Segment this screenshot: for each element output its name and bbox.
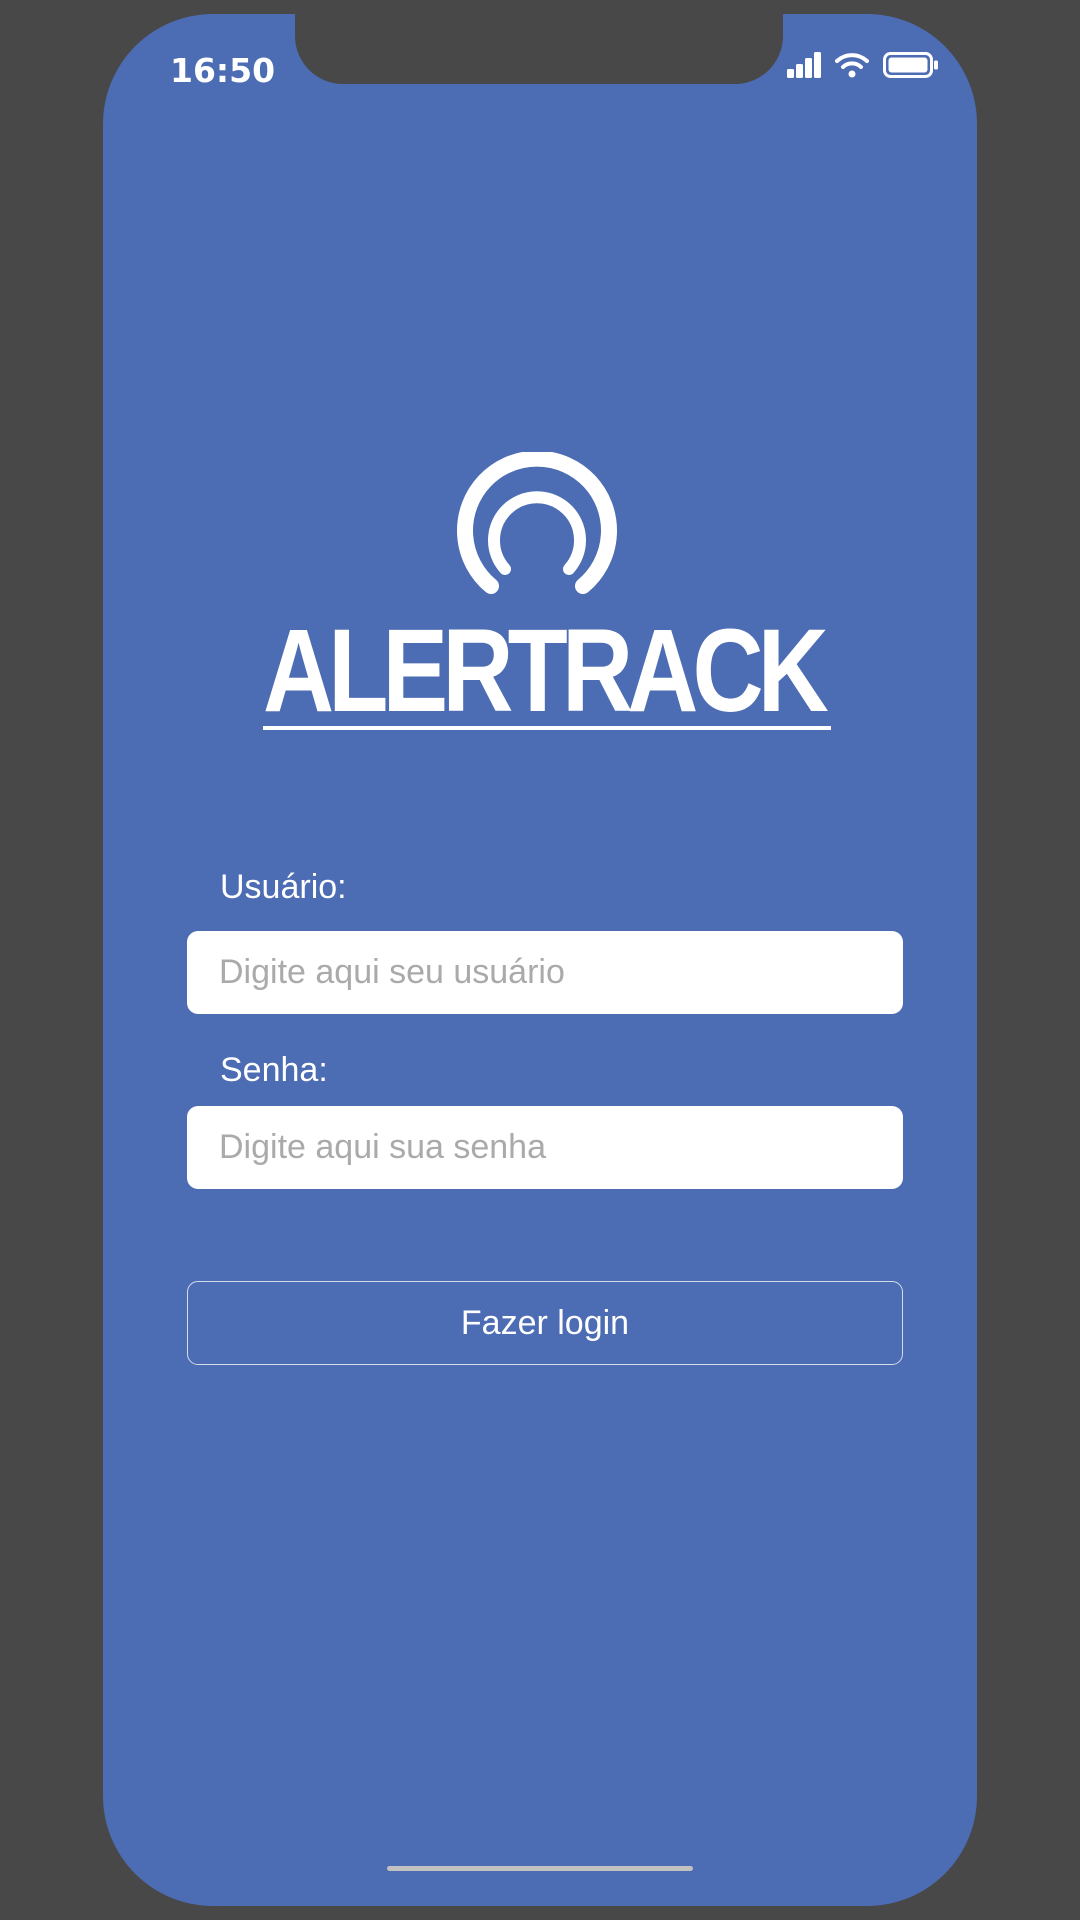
alertrack-logo: ALERTRACK — [253, 450, 836, 742]
signal-arc-icon — [457, 450, 617, 594]
battery-icon — [883, 52, 938, 78]
logo-wordmark: ALERTRACK — [263, 605, 829, 737]
user-label: Usuário: — [220, 868, 347, 906]
user-input[interactable] — [187, 931, 903, 1014]
phone-screen: 16:50 ALERTRACK Usuário: Digite aqui seu… — [103, 14, 977, 1906]
notch — [295, 14, 783, 84]
login-button[interactable]: Fazer login — [187, 1281, 903, 1365]
wifi-icon — [835, 53, 869, 78]
password-label: Senha: — [220, 1051, 328, 1089]
signal-icon — [787, 52, 821, 78]
status-time: 16:50 — [170, 51, 276, 90]
status-icons — [787, 52, 939, 78]
logo-underline — [263, 726, 831, 730]
home-indicator[interactable] — [387, 1866, 693, 1871]
password-input[interactable] — [187, 1106, 903, 1189]
